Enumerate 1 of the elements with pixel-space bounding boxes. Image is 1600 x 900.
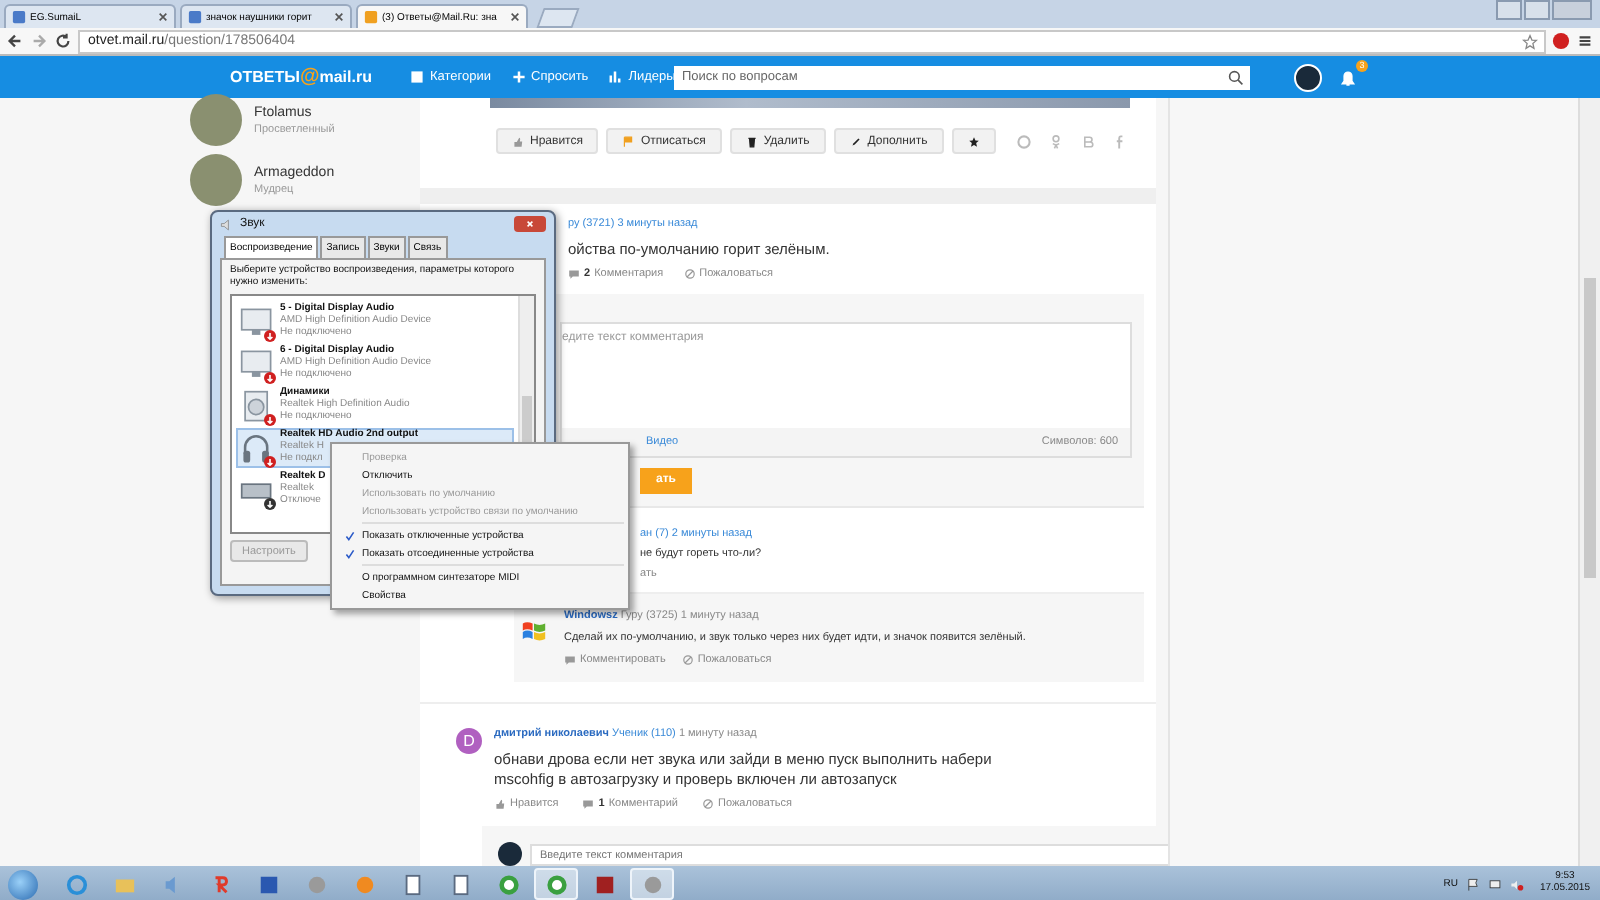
avatar-letter: D [456,727,482,754]
